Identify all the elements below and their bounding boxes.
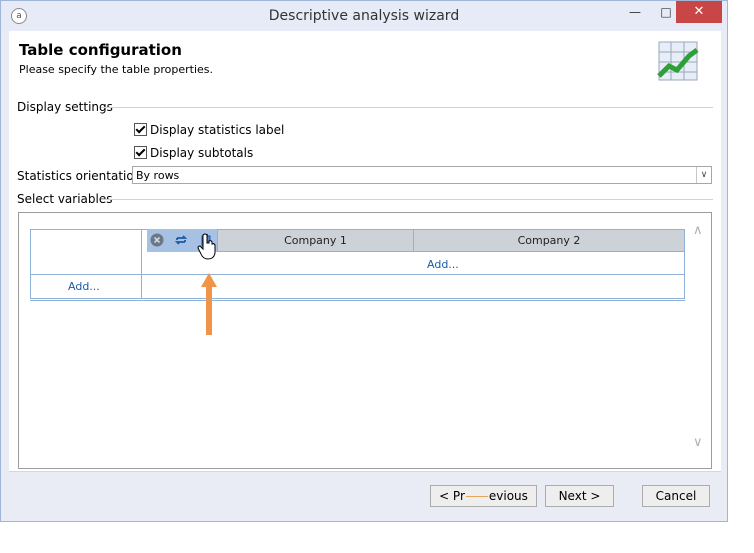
swap-icon[interactable] (174, 233, 188, 247)
row-data-cell (141, 274, 685, 299)
display-subtotals-checkbox[interactable]: Display subtotals (134, 146, 253, 160)
statistics-orientation-select[interactable]: By rows ∨ (132, 166, 712, 184)
wizard-body: Display settings Display statistics labe… (9, 93, 721, 471)
previous-label-start: < Pr (439, 489, 465, 503)
statistics-orientation-label: Statistics orientation: (17, 169, 146, 183)
scroll-down-icon[interactable]: ∨ (693, 435, 703, 450)
close-icon[interactable]: ✕ (676, 1, 722, 23)
previous-button[interactable]: < Pr evious (430, 485, 537, 507)
remove-icon[interactable] (150, 233, 164, 247)
display-statistics-label-checkbox[interactable]: Display statistics label (134, 123, 284, 137)
add-column-link[interactable]: Add... (427, 258, 459, 271)
chevron-down-icon[interactable]: ∨ (696, 167, 711, 183)
wizard-footer: < Pr evious Next > Cancel (9, 471, 721, 516)
column-header-company-2[interactable]: Company 2 (413, 229, 685, 252)
minimize-icon[interactable]: — (620, 1, 650, 23)
arrow-up-icon (201, 273, 217, 335)
checkbox-label: Display subtotals (150, 146, 254, 160)
add-row-link[interactable]: Add... (68, 280, 100, 293)
display-settings-label: Display settings (17, 100, 113, 114)
select-value: By rows (136, 169, 180, 182)
next-button[interactable]: Next > (545, 485, 614, 507)
title-bar: a Descriptive analysis wizard — □ ✕ (1, 1, 727, 31)
text-cursor-marker (465, 496, 488, 497)
cancel-button[interactable]: Cancel (642, 485, 710, 507)
chart-logo-icon (657, 41, 699, 81)
select-variables-label: Select variables (17, 192, 113, 206)
grid-bottom-line (30, 300, 685, 301)
divider (101, 199, 713, 200)
column-header-company-1[interactable]: Company 1 (217, 229, 414, 252)
variables-grid: Company 1 Company 2 Add... Add... (30, 229, 685, 301)
checkbox-checked-icon (134, 123, 147, 136)
divider (101, 107, 713, 108)
wizard-header: Table configuration Please specify the t… (9, 31, 721, 94)
page-title: Table configuration (19, 41, 182, 59)
window-title: Descriptive analysis wizard (268, 8, 460, 24)
page-subtitle: Please specify the table properties. (19, 63, 213, 76)
variables-panel: Company 1 Company 2 Add... Add... ∧ ∨ (18, 212, 712, 469)
checkbox-label: Display statistics label (150, 123, 285, 137)
previous-label-end: evious (488, 489, 528, 503)
scroll-up-icon[interactable]: ∧ (693, 223, 703, 238)
checkbox-checked-icon (134, 146, 147, 159)
wizard-window: a Descriptive analysis wizard — □ ✕ Tabl… (0, 0, 728, 522)
hand-cursor-icon (197, 233, 216, 260)
corner-cell (30, 229, 142, 275)
